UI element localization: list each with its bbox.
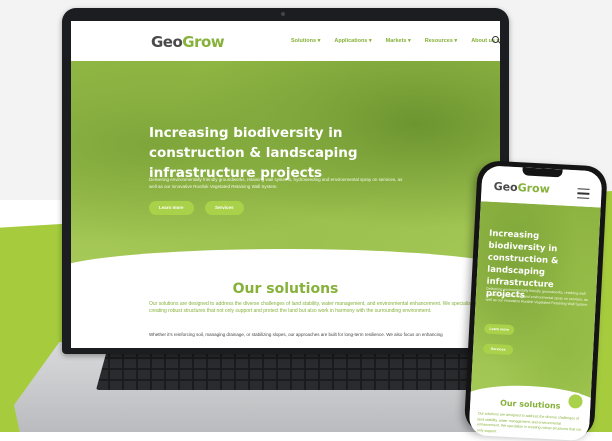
- laptop-screen: GeoGrow Solutions Applications Markets R…: [71, 21, 500, 348]
- solutions-text: Our solutions are designed to address th…: [149, 301, 479, 314]
- logo-suffix: Grow: [182, 33, 225, 51]
- logo-prefix: Geo: [151, 33, 183, 51]
- laptop-camera: [281, 12, 285, 16]
- mobile-services-button[interactable]: Services: [482, 343, 514, 356]
- site-header: GeoGrow Solutions Applications Markets R…: [71, 21, 500, 61]
- mobile-learn-more-button[interactable]: Learn more: [483, 323, 515, 336]
- search-icon[interactable]: [492, 36, 499, 43]
- hero-curve: [71, 249, 500, 309]
- solutions-text-secondary: Whether it's reinforcing soil, managing …: [149, 332, 443, 337]
- menu-burger-icon[interactable]: [577, 188, 590, 199]
- mobile-solutions-text: Our solutions are designed to address th…: [476, 411, 582, 433]
- menu-item-resources[interactable]: Resources: [425, 38, 457, 44]
- mobile-logo[interactable]: GeoGrow: [493, 180, 550, 196]
- hero-title: Increasing biodiversity in construction …: [149, 125, 358, 181]
- site-logo[interactable]: GeoGrow: [151, 33, 225, 51]
- learn-more-button[interactable]: Learn more: [149, 201, 194, 215]
- main-menu: Solutions Applications Markets Resources…: [291, 38, 499, 44]
- menu-item-markets[interactable]: Markets: [386, 38, 411, 44]
- phone: GeoGrow Increasing biodiversity in const…: [463, 160, 608, 441]
- mobile-logo-prefix: Geo: [493, 179, 518, 195]
- menu-item-solutions[interactable]: Solutions: [291, 38, 320, 44]
- menu-item-applications[interactable]: Applications: [334, 38, 371, 44]
- mobile-logo-suffix: Grow: [517, 181, 551, 196]
- services-button[interactable]: Services: [205, 201, 244, 215]
- laptop: GeoGrow Solutions Applications Markets R…: [62, 8, 509, 354]
- phone-screen: GeoGrow Increasing biodiversity in const…: [468, 165, 603, 441]
- solutions-heading: Our solutions: [232, 281, 339, 297]
- hero-subtitle: Delivering environmentally friendly grou…: [149, 177, 403, 189]
